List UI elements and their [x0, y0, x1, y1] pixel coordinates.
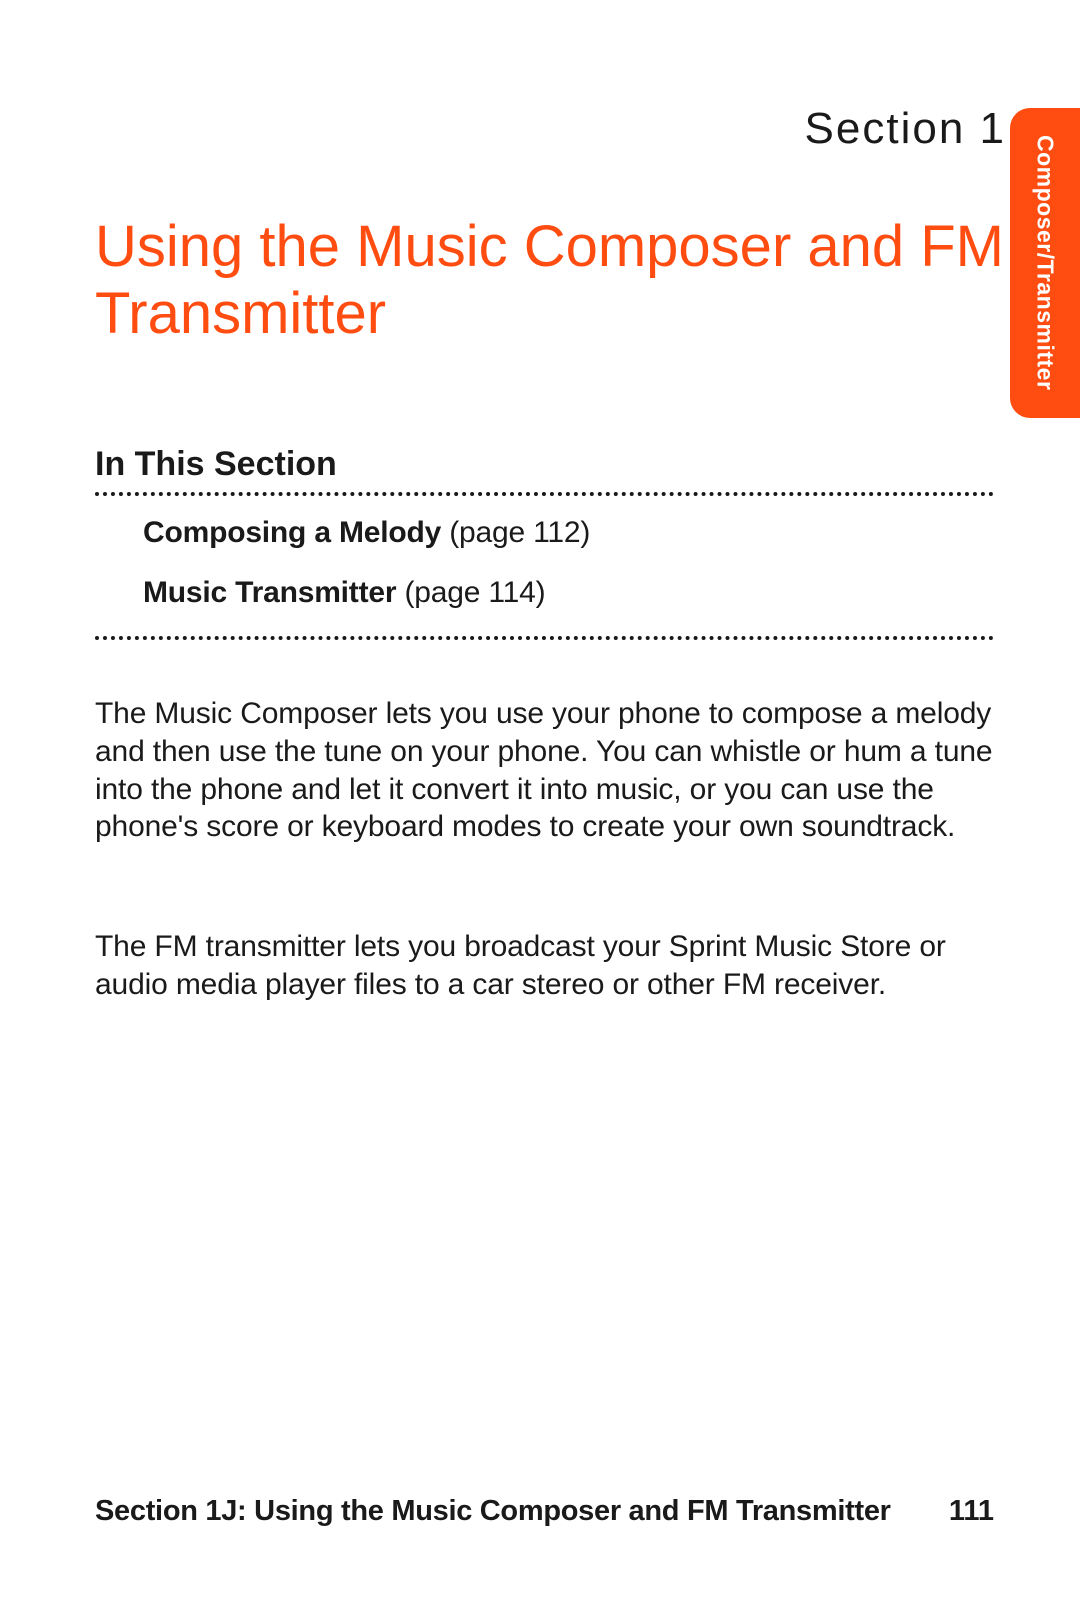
in-this-section-block: In This Section Composing a Melody (page…	[95, 445, 994, 660]
side-tab-label: Composer/Transmitter	[1032, 135, 1059, 390]
footer-section-text: Section 1J: Using the Music Composer and…	[95, 1495, 891, 1528]
in-this-section-heading: In This Section	[95, 445, 994, 484]
section-label: Section 1	[805, 104, 1006, 154]
footer-page-number: 111	[949, 1495, 994, 1528]
paragraph-text: The FM transmitter lets you broadcast yo…	[95, 928, 994, 1004]
toc-item-title: Music Transmitter	[143, 576, 396, 609]
toc-item-title: Composing a Melody	[143, 516, 441, 549]
page-footer: Section 1J: Using the Music Composer and…	[95, 1495, 994, 1528]
toc-item: Composing a Melody (page 112)	[143, 516, 994, 550]
paragraph-text: The Music Composer lets you use your pho…	[95, 695, 994, 846]
toc-item-page: (page 114)	[404, 576, 545, 609]
body-paragraph: The Music Composer lets you use your pho…	[95, 695, 994, 846]
dotted-divider-top	[95, 492, 994, 496]
toc-item-page: (page 112)	[449, 516, 590, 549]
side-tab: Composer/Transmitter	[1010, 108, 1080, 418]
page-title: Using the Music Composer and FM Transmit…	[95, 214, 1010, 347]
dotted-divider-bottom	[95, 636, 994, 640]
body-paragraph: The FM transmitter lets you broadcast yo…	[95, 928, 994, 1004]
toc-item: Music Transmitter (page 114)	[143, 576, 994, 610]
